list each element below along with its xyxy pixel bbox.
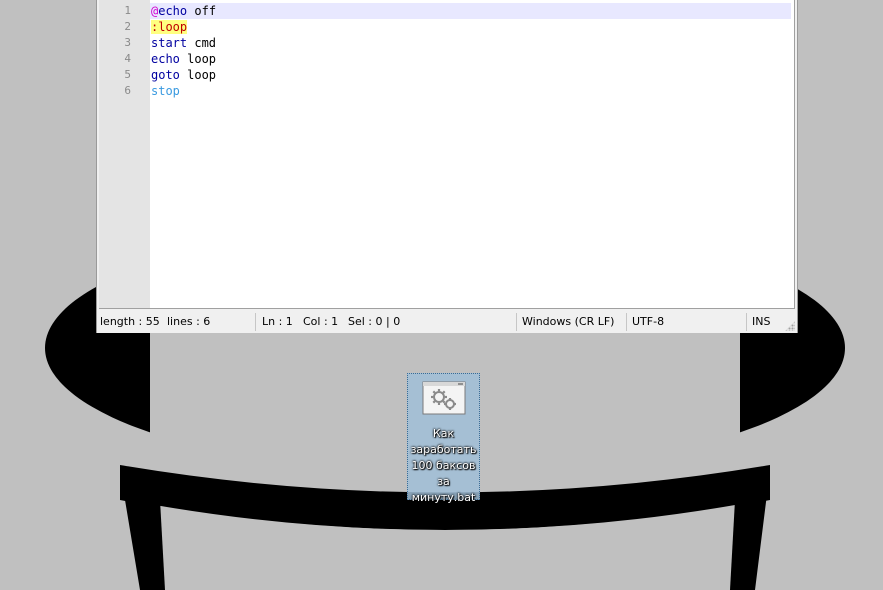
notepad-window: 123456 @echo off:loop start cmd echo loop g…: [96, 0, 798, 333]
code-token: echo: [151, 52, 180, 66]
code-token: loop: [179, 52, 217, 66]
status-ln: Ln : 1: [262, 315, 293, 328]
line-number: 2: [124, 20, 131, 33]
desktop-file-label: Как заработать 100 баксов за минуту.bat: [410, 427, 477, 504]
code-token: :loop: [151, 20, 188, 34]
code-content[interactable]: @echo off:loop start cmd echo loop goto loo…: [150, 3, 794, 99]
status-separator: [516, 313, 517, 331]
status-length: length : 55: [100, 315, 160, 328]
code-token: goto: [151, 68, 180, 82]
code-token: start: [151, 36, 188, 50]
line-number: 4: [124, 52, 131, 65]
status-separator: [626, 313, 627, 331]
text-editor-area[interactable]: 123456 @echo off:loop start cmd echo loop g…: [99, 0, 795, 309]
resize-grip[interactable]: [785, 321, 795, 331]
status-sel: Sel : 0 | 0: [348, 315, 401, 328]
code-token: cmd: [187, 36, 217, 50]
code-token: stop: [151, 84, 180, 98]
line-number: 6: [124, 84, 131, 97]
status-bar: length : 55 lines : 6 Ln : 1 Col : 1 Sel…: [97, 311, 797, 333]
status-insert-mode[interactable]: INS: [752, 311, 770, 333]
line-number-gutter: 1 2 3 4 5 6: [99, 0, 150, 308]
code-line[interactable]: goto loop: [150, 67, 794, 83]
code-line[interactable]: :loop: [150, 19, 794, 35]
status-separator: [746, 313, 747, 331]
status-lines: lines : 6: [167, 315, 211, 328]
code-line[interactable]: echo loop: [150, 51, 794, 67]
line-number: 3: [124, 36, 131, 49]
line-number: 1: [124, 4, 131, 17]
code-line[interactable]: @echo off: [150, 3, 791, 19]
batch-file-gears-icon: [422, 381, 466, 415]
status-encoding[interactable]: UTF-8: [632, 311, 664, 333]
code-token: off: [187, 4, 217, 18]
status-eol-format[interactable]: Windows (CR LF): [522, 311, 614, 333]
status-separator: [255, 313, 256, 331]
code-token: loop: [179, 68, 217, 82]
status-col: Col : 1: [303, 315, 339, 328]
line-number: 5: [124, 68, 131, 81]
code-token: echo: [158, 4, 188, 18]
desktop-file-bat[interactable]: Как заработать 100 баксов за минуту.bat: [407, 373, 480, 504]
code-line[interactable]: start cmd: [150, 35, 794, 51]
code-line[interactable]: stop: [150, 83, 794, 99]
